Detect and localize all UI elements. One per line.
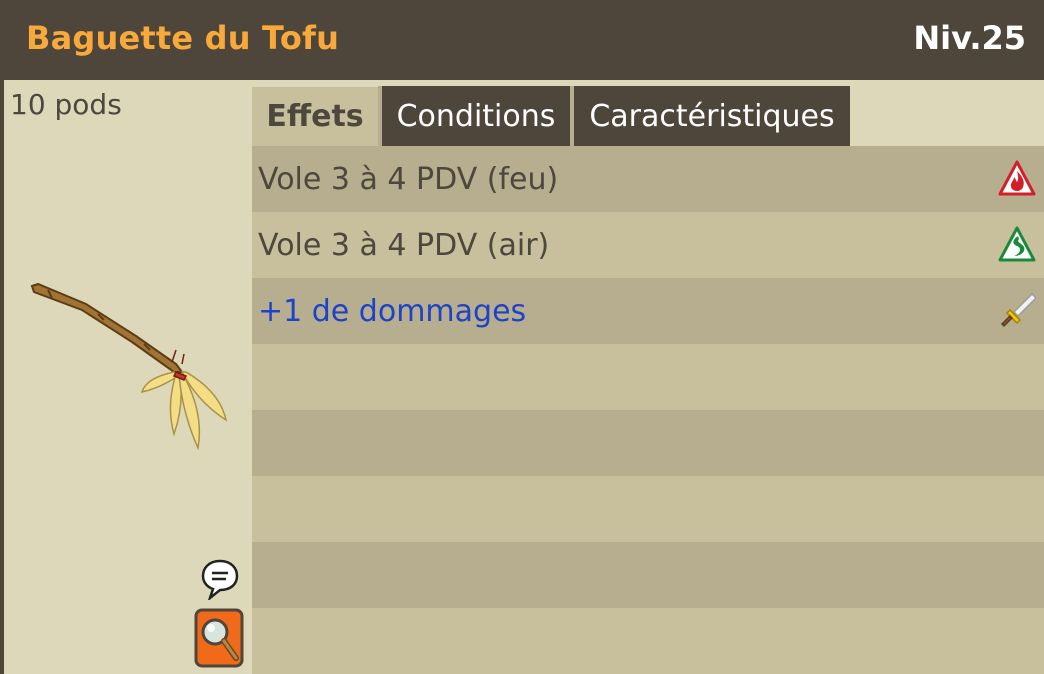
- item-weight: 10 pods: [10, 88, 122, 121]
- item-header: Baguette du Tofu Niv.25: [0, 0, 1044, 80]
- sword-damage-icon: [1000, 292, 1036, 328]
- empty-effect-row: [252, 608, 1044, 674]
- effect-row: Vole 3 à 4 PDV (feu): [252, 146, 1044, 212]
- tab-conditions[interactable]: Conditions: [378, 86, 570, 146]
- empty-effect-row: [252, 344, 1044, 410]
- item-name: Baguette du Tofu: [26, 19, 340, 57]
- item-visual-panel: 10 pods: [4, 80, 252, 674]
- effect-text: +1 de dommages: [258, 293, 527, 329]
- air-element-icon: [998, 226, 1036, 262]
- tab-label: Conditions: [396, 98, 556, 134]
- fire-element-icon: [998, 160, 1036, 196]
- item-details-panel: Effets Conditions Caractéristiques Vole …: [252, 80, 1044, 674]
- effect-text: Vole 3 à 4 PDV (air): [258, 227, 550, 263]
- tab-label: Effets: [266, 99, 364, 134]
- zoom-button[interactable]: [194, 608, 244, 668]
- empty-effect-row: [252, 410, 1044, 476]
- effect-row: Vole 3 à 4 PDV (air): [252, 212, 1044, 278]
- item-tooltip: Baguette du Tofu Niv.25 10 pods Effets C…: [0, 0, 1044, 674]
- effects-list: Vole 3 à 4 PDV (feu) Vole 3 à 4 PDV (air…: [252, 146, 1044, 674]
- tab-label: Caractéristiques: [589, 98, 835, 134]
- effect-text: Vole 3 à 4 PDV (feu): [258, 161, 559, 197]
- effect-row: +1 de dommages: [252, 278, 1044, 344]
- speech-bubble-icon[interactable]: [200, 558, 240, 600]
- empty-effect-row: [252, 476, 1044, 542]
- tab-caracteristiques[interactable]: Caractéristiques: [570, 86, 850, 146]
- item-level: Niv.25: [913, 19, 1026, 57]
- tab-effets[interactable]: Effets: [252, 84, 378, 146]
- empty-effect-row: [252, 542, 1044, 608]
- wand-item-image: [30, 282, 228, 451]
- details-tabs: Effets Conditions Caractéristiques: [252, 80, 1044, 146]
